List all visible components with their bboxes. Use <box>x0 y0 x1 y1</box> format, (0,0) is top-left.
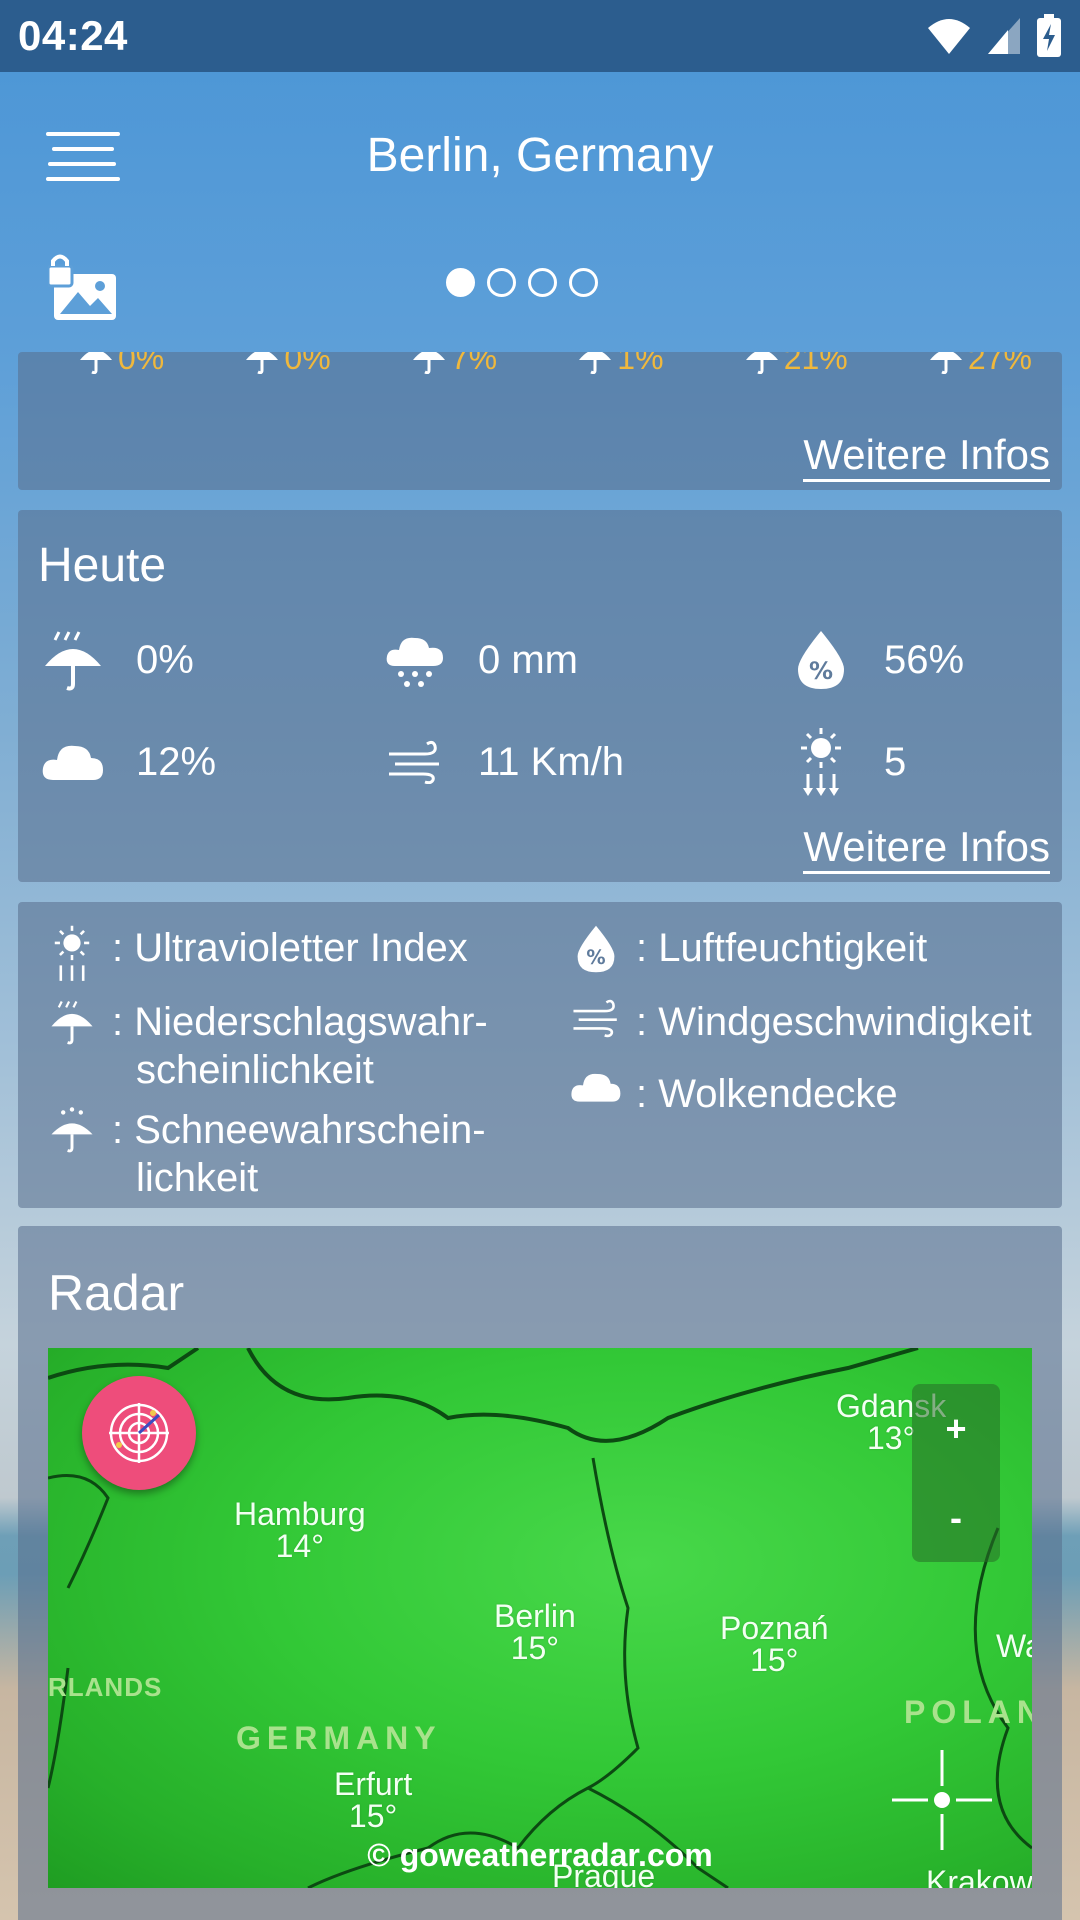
page-dot-1[interactable] <box>446 268 475 297</box>
umbrella-rain-icon <box>579 352 612 374</box>
umbrella-rain-icon <box>246 352 279 374</box>
battery-charging-icon <box>1037 14 1061 57</box>
humidity-stat: % 56% <box>786 628 964 692</box>
umbrella-rain-icon <box>745 352 778 374</box>
map-country-label: GERMANY <box>236 1720 442 1756</box>
precip-item: 7% <box>411 352 497 377</box>
precip-item: 27% <box>928 352 1032 377</box>
umbrella-rain-icon <box>929 352 962 374</box>
precip-item: 21% <box>744 352 848 377</box>
radar-card: Radar Hamburg 14° Berlin 15° Poznań 15° Gda… <box>18 1226 1062 1920</box>
more-info-link[interactable]: Weitere Infos <box>803 824 1050 874</box>
map-city: Erfurt 15° <box>334 1766 413 1834</box>
umbrella-rain-icon <box>45 631 101 691</box>
cloud-icon <box>571 1073 621 1102</box>
umbrella-snow-icon <box>51 1107 93 1153</box>
uv-sun-icon <box>801 728 841 796</box>
radar-icon <box>109 1403 169 1463</box>
map-city: Hamburg 14° <box>234 1496 366 1564</box>
legend-uv: : Ultravioletter Index <box>42 924 468 981</box>
today-card: Heute 0% 0 mm % 56% 12% 11 Km/h 5 Weiter… <box>18 510 1062 882</box>
radar-map[interactable]: Hamburg 14° Berlin 15° Poznań 15° Gdansk 13°… <box>48 1348 1032 1888</box>
map-country-label: RLANDS <box>48 1672 163 1702</box>
svg-text:%: % <box>586 946 605 969</box>
umbrella-rain-icon <box>80 352 112 374</box>
legend-clouds: : Wolkendecke <box>566 1070 898 1118</box>
radar-heading: Radar <box>48 1265 185 1321</box>
radar-toggle-button[interactable] <box>82 1376 196 1490</box>
map-city: Poznań 15° <box>720 1610 829 1678</box>
precip-item: 1% <box>577 352 664 377</box>
map-city: Berlin 15° <box>494 1598 576 1666</box>
legend-wind: : Windgeschwindigkeit <box>566 998 1032 1046</box>
precip-amount-stat: 0 mm <box>380 628 578 692</box>
humidity-drop-icon: % <box>577 925 615 973</box>
cloud-icon <box>42 745 103 780</box>
map-country-label: POLAN <box>904 1694 1032 1730</box>
legend-precipitation: : Niederschlagswahr-scheinlichkeit <box>42 998 488 1094</box>
wallpaper-lock-button[interactable] <box>46 254 120 324</box>
app-header: Berlin, Germany <box>0 72 1080 352</box>
locate-crosshair-icon[interactable] <box>892 1750 992 1850</box>
cellular-signal-icon <box>988 18 1020 54</box>
map-city: Wa <box>996 1628 1032 1664</box>
svg-text:%: % <box>809 657 833 685</box>
location-title[interactable]: Berlin, Germany <box>0 128 1080 183</box>
forecast-card: 0% 0% 7% 1% 21% 27% Weitere Infos <box>18 352 1062 490</box>
page-indicator <box>446 268 598 297</box>
zoom-out-button[interactable]: - <box>912 1473 1000 1562</box>
lock-image-icon <box>46 254 116 320</box>
wind-stat: 11 Km/h <box>380 730 624 794</box>
rain-cloud-icon <box>386 637 443 687</box>
map-credit[interactable]: © goweatherradar.com <box>48 1837 1032 1874</box>
precipitation-row: 0% 0% 7% 1% 21% 27% <box>78 352 1032 377</box>
status-icons <box>926 14 1062 58</box>
uv-sun-icon <box>54 925 90 981</box>
page-dot-3[interactable] <box>528 268 557 297</box>
legend-snow: : Schneewahrschein-lichkeit <box>42 1106 486 1202</box>
wind-icon <box>389 740 439 784</box>
legend-card: : Ultravioletter Index : Niederschlagswa… <box>18 902 1062 1208</box>
humidity-drop-icon: % <box>798 631 844 689</box>
umbrella-rain-icon <box>51 1000 93 1045</box>
uv-index-stat: 5 <box>786 728 906 796</box>
umbrella-rain-icon <box>412 352 445 374</box>
status-bar: 04:24 <box>0 0 1080 72</box>
today-heading: Heute <box>38 539 167 592</box>
wifi-icon <box>928 19 970 54</box>
status-time: 04:24 <box>18 12 128 59</box>
precip-item: 0% <box>78 352 164 377</box>
precip-item: 0% <box>244 352 331 377</box>
legend-humidity: % : Luftfeuchtigkeit <box>566 924 927 973</box>
wind-icon <box>573 999 617 1038</box>
more-info-link[interactable]: Weitere Infos <box>803 432 1050 482</box>
page-dot-2[interactable] <box>487 268 516 297</box>
cloud-cover-stat: 12% <box>38 730 216 794</box>
zoom-controls: + - <box>912 1384 1000 1562</box>
zoom-in-button[interactable]: + <box>912 1384 1000 1473</box>
precip-chance-stat: 0% <box>38 628 194 692</box>
page-dot-4[interactable] <box>569 268 598 297</box>
